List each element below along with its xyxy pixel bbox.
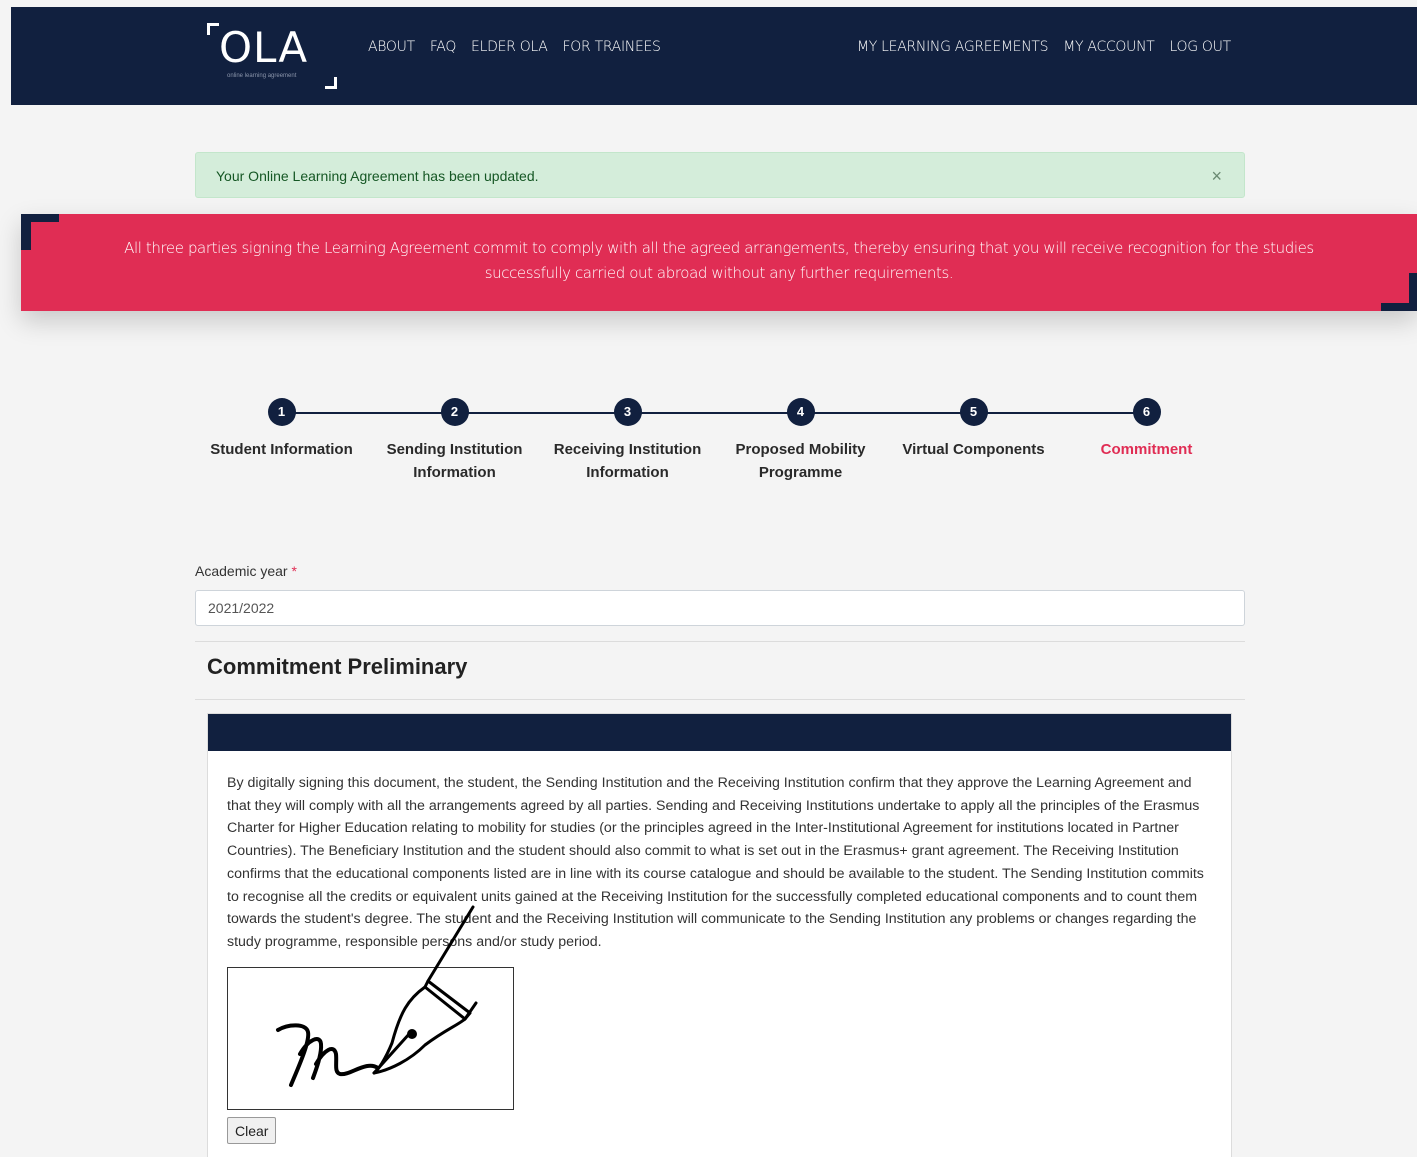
primary-nav: ABOUT FAQ ELDER OLA FOR TRAINEES — [368, 39, 661, 55]
commitment-banner: All three parties signing the Learning A… — [21, 214, 1417, 311]
academic-year-label-text: Academic year — [195, 563, 288, 579]
step-number-badge: 6 — [1132, 398, 1161, 426]
step-commitment[interactable]: 6 Commitment — [1060, 398, 1233, 461]
logo-text: OLA — [219, 23, 309, 72]
step-label: Proposed Mobility Programme — [735, 441, 866, 481]
step-student-information[interactable]: 1 Student Information — [195, 398, 368, 461]
success-alert: Your Online Learning Agreement has been … — [195, 152, 1245, 198]
step-number-badge: 2 — [440, 398, 469, 426]
ola-logo[interactable]: OLA online learning agreement — [207, 21, 341, 91]
nav-my-account-link[interactable]: MY ACCOUNT — [1063, 39, 1155, 55]
step-number-badge: 5 — [959, 398, 988, 426]
logo-corner-bottom-right — [325, 77, 337, 89]
logo-subtext: online learning agreement — [227, 73, 297, 79]
divider — [195, 699, 1245, 700]
step-label: Virtual Components — [902, 441, 1045, 458]
nav-for-trainees-link[interactable]: FOR TRAINEES — [563, 39, 661, 55]
step-number-badge: 4 — [786, 398, 815, 426]
banner-text: All three parties signing the Learning A… — [124, 239, 1314, 282]
nav-about-link[interactable]: ABOUT — [368, 39, 415, 55]
step-label: Sending Institution Information — [386, 441, 523, 481]
nav-log-out-link[interactable]: LOG OUT — [1170, 39, 1232, 55]
nav-my-learning-agreements-link[interactable]: MY LEARNING AGREEMENTS — [857, 39, 1049, 55]
step-number-badge: 3 — [613, 398, 642, 426]
step-label: Receiving Institution Information — [553, 441, 702, 481]
logo-corner-top-left — [207, 23, 219, 35]
account-nav: MY LEARNING AGREEMENTS MY ACCOUNT LOG OU… — [857, 39, 1231, 55]
section-title: Commitment Preliminary — [207, 654, 468, 679]
top-navbar: OLA online learning agreement ABOUT FAQ … — [11, 7, 1417, 105]
required-marker: * — [291, 563, 297, 579]
step-label: Student Information — [210, 441, 353, 458]
step-sending-institution[interactable]: 2 Sending Institution Information — [368, 398, 541, 484]
clear-signature-button[interactable]: Clear — [227, 1117, 277, 1144]
close-icon[interactable]: × — [1211, 166, 1222, 187]
divider — [195, 641, 1245, 642]
step-virtual-components[interactable]: 5 Virtual Components — [887, 398, 1060, 461]
nav-faq-link[interactable]: FAQ — [430, 39, 457, 55]
academic-year-input[interactable] — [195, 590, 1245, 626]
academic-year-label: Academic year * — [195, 563, 297, 579]
step-proposed-mobility-programme[interactable]: 4 Proposed Mobility Programme — [714, 398, 887, 484]
step-label: Commitment — [1100, 441, 1193, 458]
step-number-badge: 1 — [267, 398, 296, 426]
step-receiving-institution[interactable]: 3 Receiving Institution Information — [541, 398, 714, 484]
card-header — [208, 714, 1231, 751]
nav-elder-ola-link[interactable]: ELDER OLA — [471, 39, 548, 55]
banner-corner-top-left — [21, 214, 59, 250]
pen-cursor-icon — [372, 905, 478, 1075]
banner-corner-bottom-right — [1381, 273, 1417, 311]
progress-stepper: 1 Student Information 2 Sending Institut… — [195, 398, 1245, 488]
alert-message: Your Online Learning Agreement has been … — [216, 168, 539, 184]
